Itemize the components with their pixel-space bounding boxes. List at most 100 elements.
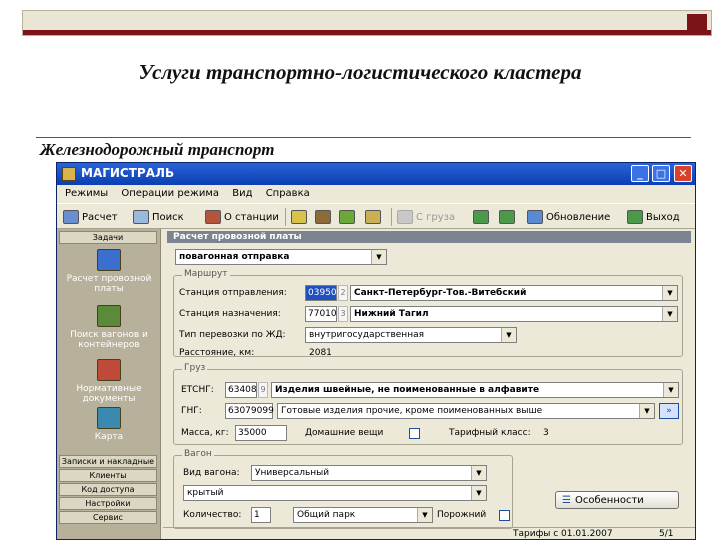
etsng-code-input[interactable]: 63408 bbox=[225, 382, 257, 398]
chevron-down-icon[interactable]: ▼ bbox=[417, 508, 432, 522]
wagon-kind-value: Универсальный bbox=[255, 468, 330, 478]
chevron-down-icon[interactable]: ▼ bbox=[639, 404, 654, 418]
shipment-type-select[interactable]: повагонная отправка ▼ bbox=[175, 249, 387, 265]
menu-view[interactable]: Вид bbox=[232, 185, 252, 203]
sidebar-link-settings[interactable]: Настройки bbox=[59, 497, 157, 510]
sidebar-item-label: Карта bbox=[94, 432, 124, 442]
sidebar-item-wagon-search[interactable]: Поиск вагонов и контейнеров bbox=[57, 305, 161, 350]
minimize-button[interactable]: _ bbox=[631, 165, 649, 182]
slide-divider bbox=[36, 137, 691, 138]
chevron-down-icon[interactable]: ▼ bbox=[471, 466, 486, 480]
tool-icon bbox=[291, 210, 307, 224]
refresh-button[interactable]: Обновление bbox=[527, 208, 610, 226]
distance-value: 2081 bbox=[309, 348, 332, 358]
train-button[interactable] bbox=[315, 208, 331, 226]
documents-icon bbox=[97, 359, 121, 381]
empty-wagon-label: Порожний bbox=[437, 510, 487, 520]
exit-button[interactable]: Выход bbox=[627, 208, 680, 226]
sidebar-item-map[interactable]: Карта bbox=[57, 407, 161, 442]
slide-header-bar bbox=[22, 10, 712, 36]
from-cargo-button[interactable]: С груза bbox=[397, 208, 455, 226]
transport-type-select[interactable]: внутригосударственная ▼ bbox=[305, 327, 517, 343]
toolbar-separator bbox=[285, 208, 286, 226]
sidebar-item-label: Расчет провозной платы bbox=[66, 274, 152, 294]
sidebar-item-fare-calc[interactable]: Расчет провозной платы bbox=[57, 249, 161, 294]
departure-station-select[interactable]: Санкт-Петербург-Тов.-Витебский ▼ bbox=[350, 285, 678, 301]
destination-station-select[interactable]: Нижний Тагил ▼ bbox=[350, 306, 678, 322]
station-button[interactable]: О станции bbox=[205, 208, 279, 226]
departure-code-input[interactable]: 03950 bbox=[305, 285, 337, 301]
tariffs-status: Тарифы с 01.01.2007 bbox=[513, 529, 613, 539]
export-button[interactable] bbox=[473, 208, 489, 226]
search-button[interactable]: Поиск bbox=[133, 208, 184, 226]
sidebar-header: Задачи bbox=[59, 231, 157, 244]
map-icon bbox=[97, 407, 121, 429]
chevron-down-icon[interactable]: ▼ bbox=[501, 328, 516, 342]
sidebar-link-access-code[interactable]: Код доступа bbox=[59, 483, 157, 496]
chevron-down-icon[interactable]: ▼ bbox=[663, 383, 678, 397]
chevron-down-icon[interactable]: ▼ bbox=[662, 286, 677, 300]
etsng-code-suffix: 9 bbox=[258, 382, 268, 398]
gng-code-input[interactable]: 63079099 bbox=[225, 403, 274, 419]
tariff-class-label: Тарифный класс: bbox=[449, 428, 531, 438]
tool-button-3[interactable] bbox=[365, 208, 381, 226]
sidebar-link-clients[interactable]: Клиенты bbox=[59, 469, 157, 482]
transport-type-label: Тип перевозки по ЖД: bbox=[179, 330, 286, 340]
slide-accent-line bbox=[23, 30, 711, 35]
etsng-cargo-select[interactable]: Изделия швейные, не поименованные в алфа… bbox=[271, 382, 679, 398]
cargo-icon bbox=[397, 210, 413, 224]
mass-input[interactable]: 35000 bbox=[235, 425, 287, 441]
mass-label: Масса, кг: bbox=[181, 428, 229, 438]
departure-station-value: Санкт-Петербург-Тов.-Витебский bbox=[354, 288, 527, 298]
etsng-cargo-value: Изделия швейные, не поименованные в алфа… bbox=[275, 385, 540, 395]
search-icon bbox=[97, 305, 121, 327]
departure-code-suffix: 2 bbox=[338, 285, 348, 301]
destination-code-suffix: 3 bbox=[338, 306, 348, 322]
park-select[interactable]: Общий парк ▼ bbox=[293, 507, 433, 523]
sidebar-link-notes[interactable]: Записки и накладные bbox=[59, 455, 157, 468]
distance-label: Расстояние, км: bbox=[179, 348, 255, 358]
park-value: Общий парк bbox=[297, 510, 356, 520]
status-bar: Тарифы с 01.01.2007 5/1 bbox=[163, 527, 695, 539]
menu-mode-operations[interactable]: Операции режима bbox=[121, 185, 219, 203]
chevron-down-icon[interactable]: ▼ bbox=[471, 486, 486, 500]
sidebar-item-label: Нормативные документы bbox=[76, 384, 142, 404]
station-icon bbox=[205, 210, 221, 224]
menu-help[interactable]: Справка bbox=[266, 185, 310, 203]
etsng-label: ЕТСНГ: bbox=[181, 385, 214, 395]
calc-label: Расчет bbox=[82, 211, 118, 223]
tool-button-2[interactable] bbox=[339, 208, 355, 226]
calc-button[interactable]: Расчет bbox=[63, 208, 118, 226]
wagon-subtype-select[interactable]: крытый ▼ bbox=[183, 485, 487, 501]
menu-modes[interactable]: Режимы bbox=[65, 185, 108, 203]
import-icon bbox=[499, 210, 515, 224]
refresh-icon bbox=[527, 210, 543, 224]
close-button[interactable]: ✕ bbox=[674, 165, 692, 182]
tool-button-1[interactable] bbox=[291, 208, 307, 226]
sidebar-link-service[interactable]: Сервис bbox=[59, 511, 157, 524]
transport-type-value: внутригосударственная bbox=[309, 330, 425, 340]
sidebar-item-documents[interactable]: Нормативные документы bbox=[57, 359, 161, 404]
features-button[interactable]: ☰ Особенности bbox=[555, 491, 679, 509]
chevron-down-icon[interactable]: ▼ bbox=[662, 307, 677, 321]
gng-label: ГНГ: bbox=[181, 406, 202, 416]
chevron-down-icon[interactable]: ▼ bbox=[371, 250, 386, 264]
destination-code-input[interactable]: 77010 bbox=[305, 306, 337, 322]
household-checkbox[interactable] bbox=[409, 428, 420, 439]
gng-lookup-button[interactable]: » bbox=[659, 403, 679, 419]
import-button[interactable] bbox=[499, 208, 515, 226]
station-label: О станции bbox=[224, 211, 279, 223]
quantity-input[interactable]: 1 bbox=[251, 507, 271, 523]
gng-cargo-select[interactable]: Готовые изделия прочие, кроме поименован… bbox=[277, 403, 655, 419]
search-label: Поиск bbox=[152, 211, 184, 223]
train-icon bbox=[315, 210, 331, 224]
household-label: Домашние вещи bbox=[305, 428, 384, 438]
wagon-kind-select[interactable]: Универсальный ▼ bbox=[251, 465, 487, 481]
toolbar-separator bbox=[391, 208, 392, 226]
empty-wagon-checkbox[interactable] bbox=[499, 510, 510, 521]
list-icon: ☰ bbox=[562, 494, 571, 506]
route-group-title: Маршрут bbox=[182, 269, 230, 279]
app-icon bbox=[62, 167, 76, 181]
maximize-button[interactable]: □ bbox=[652, 165, 670, 182]
window-titlebar[interactable]: МАГИСТРАЛЬ _ □ ✕ bbox=[57, 163, 695, 185]
